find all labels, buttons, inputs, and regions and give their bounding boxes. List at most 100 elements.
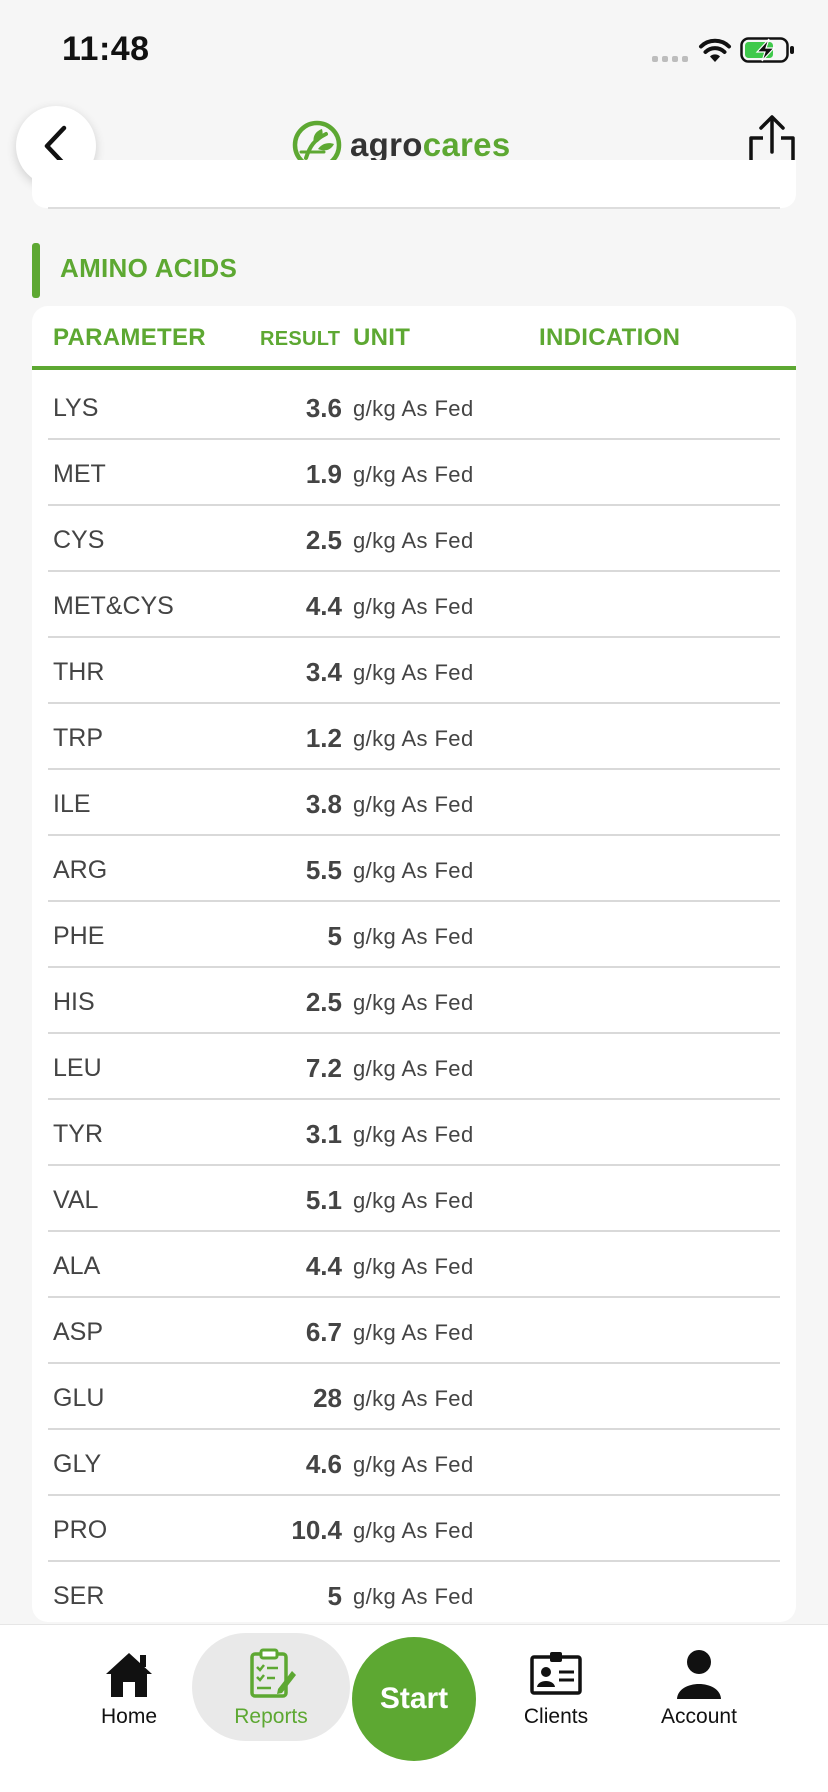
id-card-icon <box>530 1652 582 1695</box>
table-row: GLY 4.6 g/kg As Fed <box>48 1430 780 1496</box>
logo-text: agrocares <box>350 126 510 164</box>
cell-result: 4.4 <box>305 591 342 621</box>
cell-unit: g/kg As Fed <box>353 594 474 619</box>
table-row: LYS 3.6 g/kg As Fed <box>48 374 780 440</box>
cellular-signal-icon <box>652 56 690 62</box>
header-unit: UNIT <box>353 324 411 351</box>
cell-unit: g/kg As Fed <box>353 1056 474 1081</box>
cell-parameter: TYR <box>53 1120 103 1148</box>
cell-parameter: PHE <box>53 922 105 950</box>
cell-unit: g/kg As Fed <box>353 1320 474 1345</box>
cell-unit: g/kg As Fed <box>353 660 474 685</box>
cell-parameter: SER <box>53 1582 105 1610</box>
table-row: CYS 2.5 g/kg As Fed <box>48 506 780 572</box>
cell-parameter: PRO <box>53 1516 108 1544</box>
tab-reports-label: Reports <box>234 1705 308 1728</box>
home-icon <box>106 1653 152 1697</box>
table-row: LEU 7.2 g/kg As Fed <box>48 1034 780 1100</box>
cell-parameter: GLU <box>53 1384 105 1412</box>
table-row: MET 1.9 g/kg As Fed <box>48 440 780 506</box>
logo-text-cares: cares <box>422 126 511 163</box>
cell-result: 5.1 <box>305 1185 342 1215</box>
cell-result: 3.4 <box>305 657 342 687</box>
table-row: TYR 3.1 g/kg As Fed <box>48 1100 780 1166</box>
cell-result: 3.1 <box>305 1119 342 1149</box>
cell-parameter: MET <box>53 460 106 488</box>
cell-result: 5.5 <box>305 855 342 885</box>
status-bar: 11:48 <box>0 0 828 100</box>
cell-result: 4.6 <box>305 1449 342 1479</box>
table-row: VAL 5.1 g/kg As Fed <box>48 1166 780 1232</box>
table-row: ASP 6.7 g/kg As Fed <box>48 1298 780 1364</box>
table-body: LYS 3.6 g/kg As Fed MET 1.9 g/kg As Fed CYS 2.5… <box>48 374 780 1622</box>
cell-result: 1.2 <box>305 723 342 753</box>
cell-unit: g/kg As Fed <box>353 1254 474 1279</box>
table-row: TRP 1.2 g/kg As Fed <box>48 704 780 770</box>
cell-parameter: THR <box>53 658 105 686</box>
table-row: PHE 5 g/kg As Fed <box>48 902 780 968</box>
cell-parameter: VAL <box>53 1186 99 1214</box>
table-row: ALA 4.4 g/kg As Fed <box>48 1232 780 1298</box>
status-time: 11:48 <box>62 30 150 68</box>
table-row: THR 3.4 g/kg As Fed <box>48 638 780 704</box>
table-row: HIS 2.5 g/kg As Fed <box>48 968 780 1034</box>
table-row: ARG 5.5 g/kg As Fed <box>48 836 780 902</box>
user-icon <box>677 1650 721 1699</box>
table-header: PARAMETER RESULT UNIT INDICATION <box>32 306 796 370</box>
header-result: RESULT <box>260 328 341 350</box>
cell-result: 28 <box>313 1383 342 1413</box>
divider <box>48 207 780 209</box>
table-row: GLU 28 g/kg As Fed <box>48 1364 780 1430</box>
cell-unit: g/kg As Fed <box>353 1452 474 1477</box>
cell-parameter: ALA <box>53 1252 101 1280</box>
bottom-tab-bar: Home Reports Start Clients Account <box>0 1624 828 1792</box>
tab-home-label: Home <box>100 1705 158 1728</box>
report-icon <box>250 1648 296 1698</box>
previous-section-card <box>32 160 796 208</box>
cell-parameter: CYS <box>53 526 105 554</box>
cell-unit: g/kg As Fed <box>353 1518 474 1543</box>
table-row: PRO 10.4 g/kg As Fed <box>48 1496 780 1562</box>
tab-reports[interactable]: Reports <box>192 1633 350 1741</box>
cell-unit: g/kg As Fed <box>353 990 474 1015</box>
section-title: AMINO ACIDS <box>60 253 238 283</box>
table-row: MET&CYS 4.4 g/kg As Fed <box>48 572 780 638</box>
cell-unit: g/kg As Fed <box>353 858 474 883</box>
cell-unit: g/kg As Fed <box>353 1122 474 1147</box>
tab-clients[interactable]: Clients <box>491 1647 621 1743</box>
cell-parameter: TRP <box>53 724 103 752</box>
header-parameter: PARAMETER <box>53 324 206 351</box>
wifi-icon <box>699 38 731 62</box>
tab-account[interactable]: Account <box>634 1647 764 1743</box>
start-button[interactable]: Start <box>352 1637 476 1761</box>
cell-result: 5 <box>327 1581 342 1611</box>
cell-result: 6.7 <box>305 1317 342 1347</box>
cell-result: 7.2 <box>305 1053 342 1083</box>
tab-account-label: Account <box>661 1705 737 1728</box>
cell-result: 2.5 <box>305 525 342 555</box>
cell-result: 3.6 <box>305 393 342 423</box>
cell-unit: g/kg As Fed <box>353 726 474 751</box>
battery-charging-icon <box>740 37 794 63</box>
cell-unit: g/kg As Fed <box>353 462 474 487</box>
table-row: ILE 3.8 g/kg As Fed <box>48 770 780 836</box>
cell-result: 5 <box>327 921 342 951</box>
cell-parameter: GLY <box>53 1450 102 1478</box>
cell-parameter: LYS <box>53 394 99 422</box>
cell-parameter: HIS <box>53 988 95 1016</box>
cell-unit: g/kg As Fed <box>353 1386 474 1411</box>
cell-unit: g/kg As Fed <box>353 528 474 553</box>
logo-text-agro: agro <box>350 126 423 163</box>
cell-parameter: ARG <box>53 856 108 884</box>
cell-unit: g/kg As Fed <box>353 1188 474 1213</box>
cell-parameter: MET&CYS <box>53 592 174 620</box>
cell-result: 2.5 <box>305 987 342 1017</box>
tab-home[interactable]: Home <box>64 1647 194 1743</box>
cell-result: 1.9 <box>305 459 342 489</box>
section-accent-bar <box>32 243 40 298</box>
amino-acids-table: PARAMETER RESULT UNIT INDICATION LYS 3.6 g… <box>32 306 796 1622</box>
cell-result: 3.8 <box>305 789 342 819</box>
tab-clients-label: Clients <box>523 1705 589 1728</box>
cell-unit: g/kg As Fed <box>353 792 474 817</box>
cell-unit: g/kg As Fed <box>353 924 474 949</box>
